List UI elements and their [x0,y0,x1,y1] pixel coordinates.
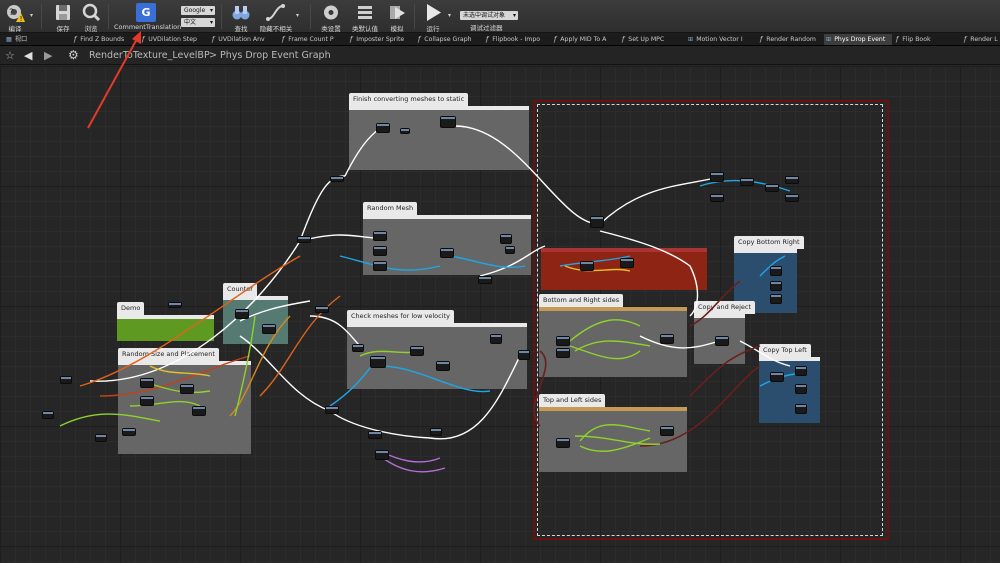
annotation-arrow [87,31,141,129]
blueprint-editor: ! ? 编译 ▾ 保存 浏览 G CommentTranslation Goog… [0,0,1000,563]
